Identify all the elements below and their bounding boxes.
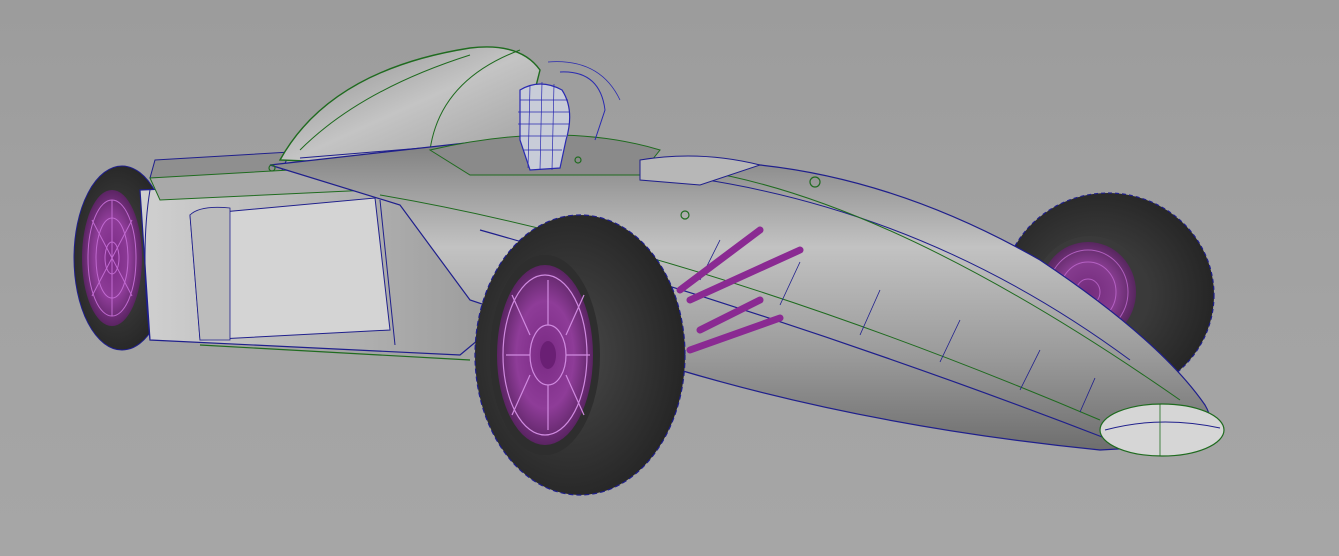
race-car-model[interactable]	[0, 0, 1339, 556]
front-left-wheel[interactable]	[474, 214, 686, 496]
nose-tip	[1099, 403, 1225, 457]
3d-viewport[interactable]	[0, 0, 1339, 556]
